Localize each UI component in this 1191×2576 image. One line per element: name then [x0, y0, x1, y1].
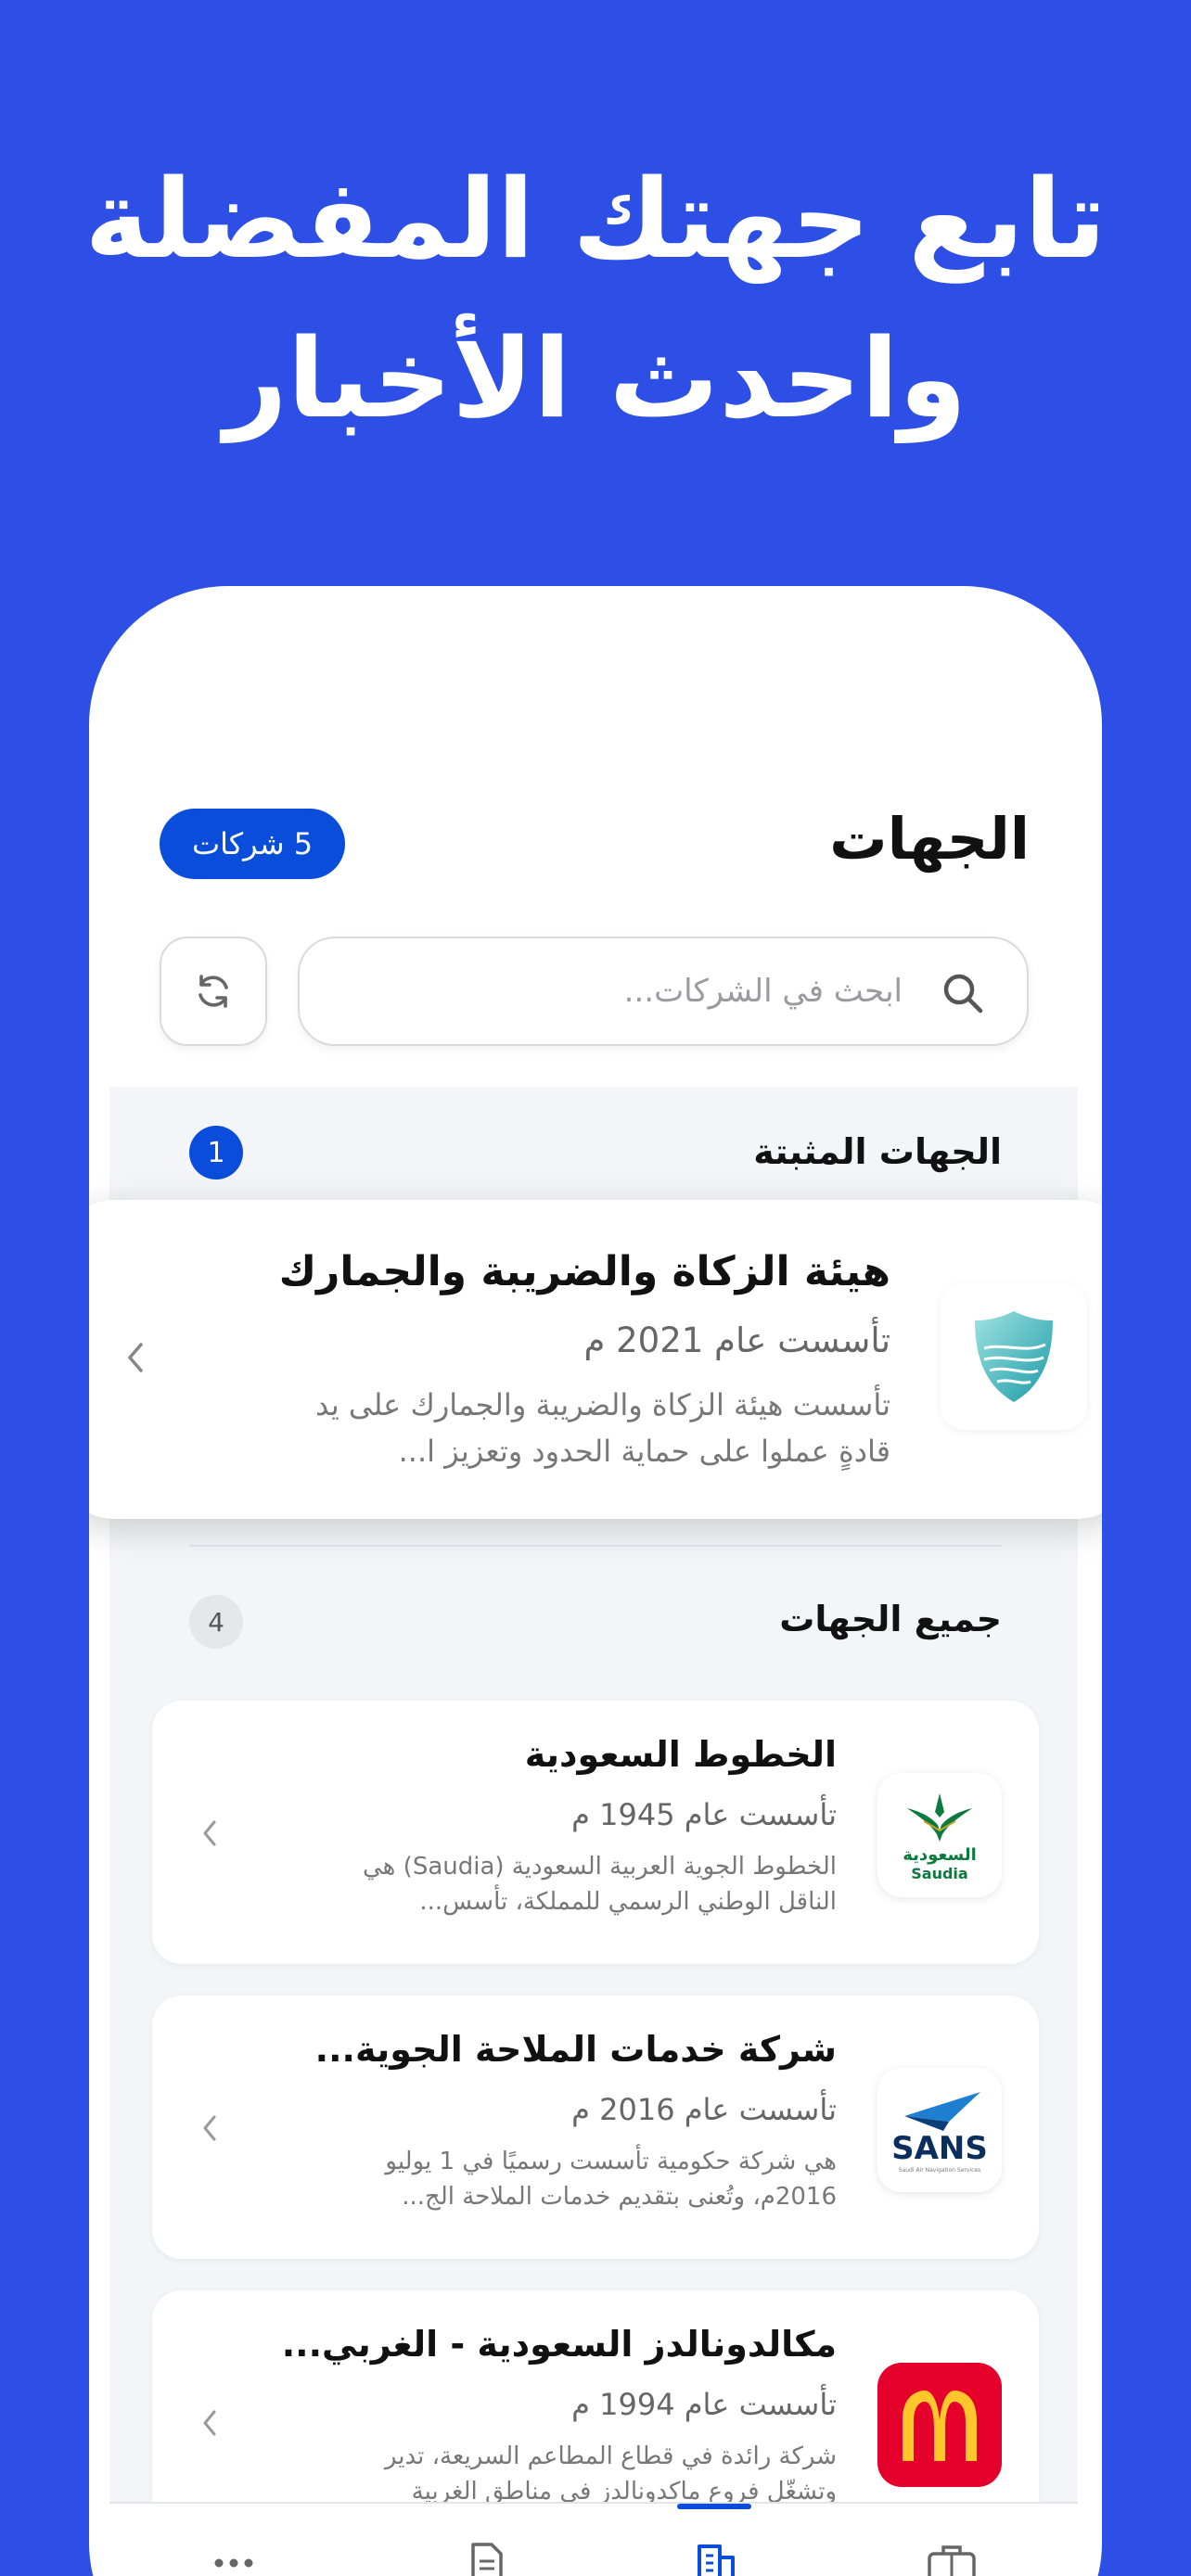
entity-name: مكالدونالدز السعودية - الغربي... [281, 2324, 837, 2365]
refresh-button[interactable] [160, 937, 267, 1046]
headline-line-1: تابع جهتك المفضلة [84, 155, 1107, 283]
promo-headline: تابع جهتك المفضلة واحدث الأخبار [0, 139, 1191, 458]
svg-text:السعودية: السعودية [903, 1845, 977, 1865]
entity-founded: تأسست عام 2021 م [583, 1320, 890, 1360]
phone-screen: الجهات 5 شركات الجهات المثبتة 1 [89, 586, 1102, 2576]
headline-line-2: واحدث الأخبار [224, 314, 967, 442]
search-field[interactable] [298, 937, 1029, 1046]
pinned-entity-card[interactable]: هيئة الزكاة والضريبة والجمارك تأسست عام … [89, 1200, 1102, 1519]
chevron-left-icon [203, 2115, 216, 2141]
all-section-title: جميع الجهات [779, 1599, 1002, 1639]
active-tab-indicator [677, 2504, 751, 2509]
saudia-logo-icon: السعودية Saudia [903, 1793, 977, 1882]
search-input[interactable] [327, 938, 903, 1044]
chevron-left-icon [203, 1820, 216, 1846]
svg-text:SANS: SANS [891, 2130, 988, 2167]
svg-text:Saudia: Saudia [911, 1865, 967, 1882]
zatca-shield-logo-icon [975, 1311, 1053, 1402]
briefcase-icon[interactable] [926, 2543, 978, 2576]
entity-description: شركة رائدة في قطاع المطاعم السريعة، تدير… [384, 2442, 837, 2506]
entity-description: الخطوط الجوية العربية السعودية (Saudia) … [363, 1853, 837, 1916]
bottom-tab-bar [109, 2502, 1078, 2576]
entity-description: هي شركة حكومية تأسست رسميًا في 1 يوليو 2… [385, 2148, 837, 2211]
all-count-badge: 4 [189, 1595, 243, 1649]
entity-logo [877, 2363, 1002, 2487]
companies-count-badge: 5 شركات [160, 809, 345, 879]
entity-card-sans[interactable]: SANS Saudi Air Navigation Services شركة … [152, 1996, 1039, 2259]
entity-founded: تأسست عام 1994 م [571, 2387, 837, 2422]
entity-founded: تأسست عام 2016 م [571, 2092, 837, 2127]
mcdonalds-arches-icon [903, 2391, 977, 2461]
pinned-count-badge: 1 [189, 1126, 243, 1180]
entity-founded: تأسست عام 1945 م [571, 1797, 837, 1832]
section-divider [189, 1545, 1002, 1547]
more-icon[interactable] [210, 2543, 258, 2576]
entity-logo [941, 1283, 1087, 1430]
chevron-left-icon [128, 1343, 143, 1372]
sans-logo-icon: SANS Saudi Air Navigation Services [891, 2092, 988, 2174]
page-title: الجهات [829, 805, 1030, 873]
pinned-section-title: الجهات المثبتة [753, 1131, 1002, 1172]
entity-name: الخطوط السعودية [524, 1734, 837, 1775]
entity-description: تأسست هيئة الزكاة والضريبة والجمارك على … [315, 1387, 890, 1469]
chevron-left-icon [203, 2410, 216, 2436]
entity-logo: SANS Saudi Air Navigation Services [877, 2068, 1002, 2192]
refresh-icon [198, 975, 228, 1008]
building-icon[interactable] [692, 2543, 740, 2576]
entity-card-saudia[interactable]: السعودية Saudia الخطوط السعودية تأسست عا… [152, 1701, 1039, 1964]
entity-name: شركة خدمات الملاحة الجوية... [314, 2029, 837, 2070]
search-icon [943, 974, 983, 1014]
entity-name: هيئة الزكاة والضريبة والجمارك [278, 1248, 890, 1295]
entity-logo: السعودية Saudia [877, 1773, 1002, 1897]
svg-text:Saudi Air Navigation Services: Saudi Air Navigation Services [899, 2167, 980, 2174]
document-icon[interactable] [462, 2543, 510, 2576]
